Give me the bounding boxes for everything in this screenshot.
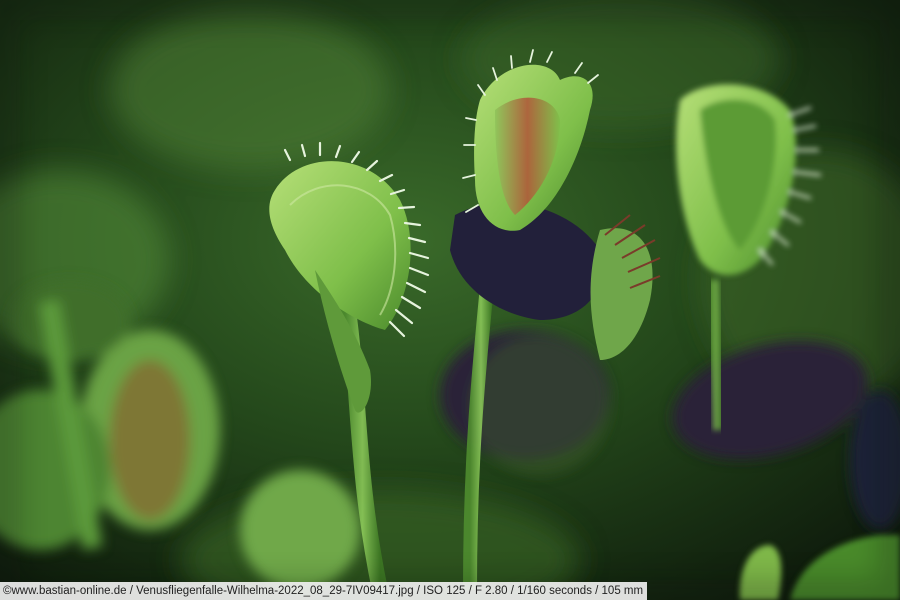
venus-flytrap-illustration (0, 0, 900, 600)
photo: ©www.bastian-online.de / Venusfliegenfal… (0, 0, 900, 600)
photo-caption: ©www.bastian-online.de / Venusfliegenfal… (0, 582, 648, 600)
